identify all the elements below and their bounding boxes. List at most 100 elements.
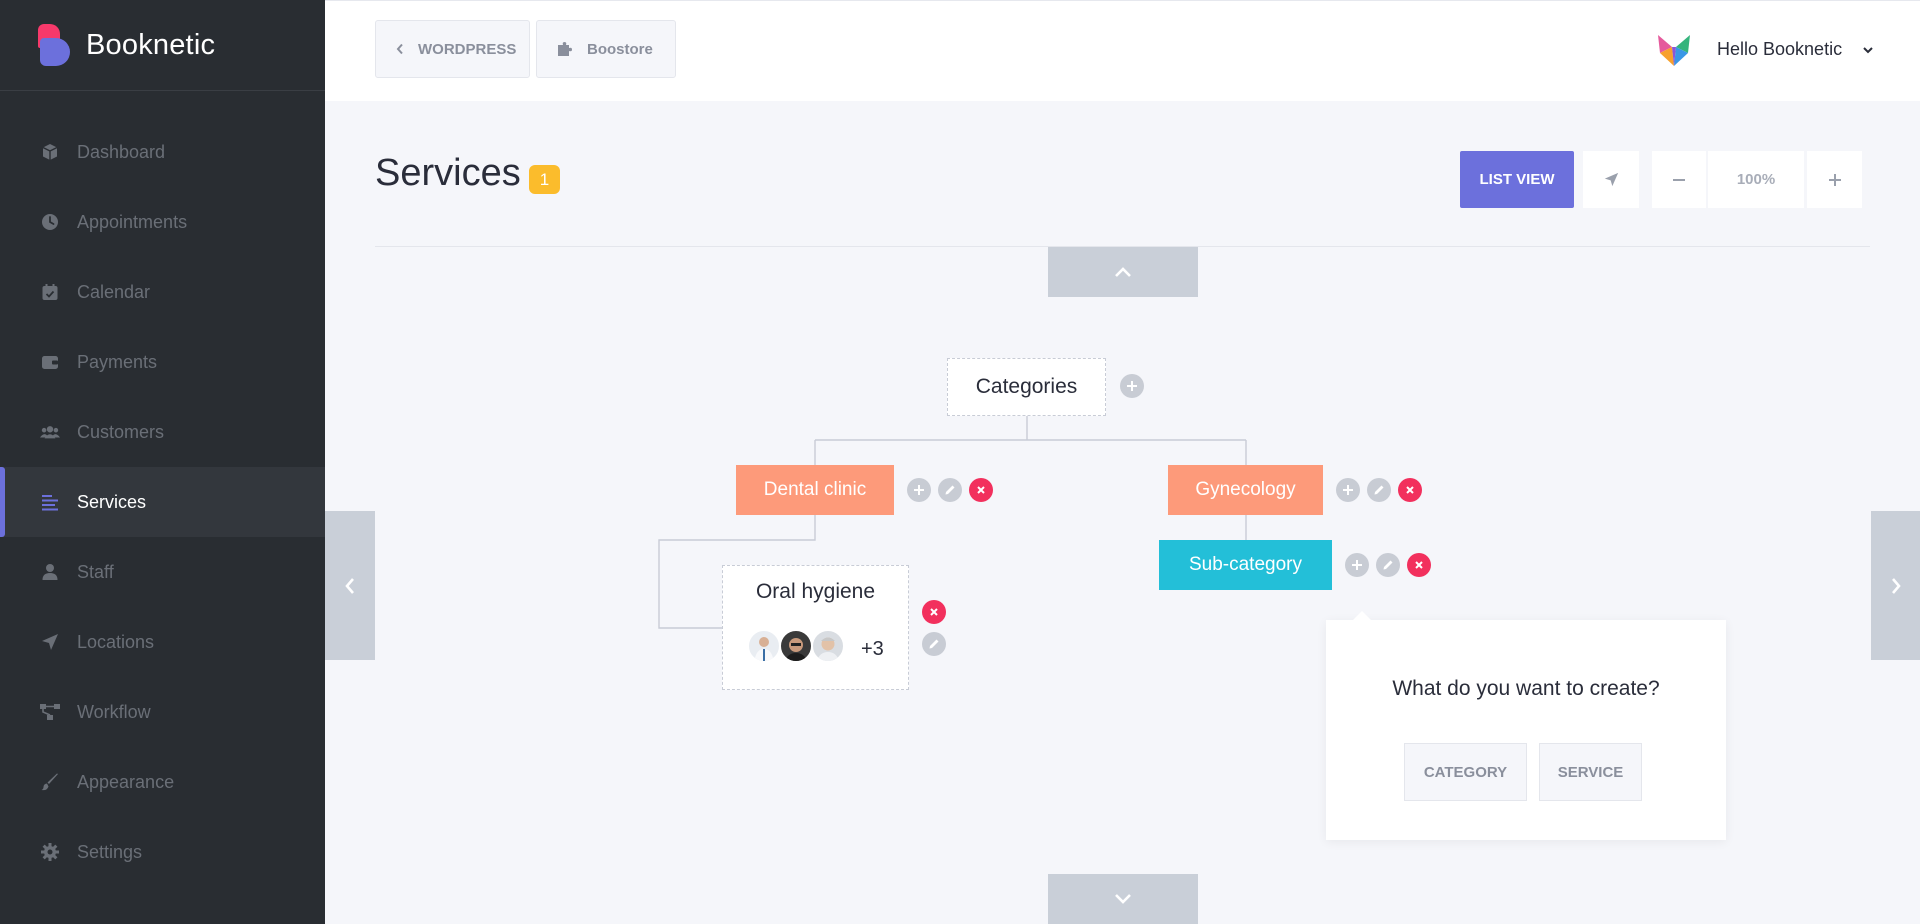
sidebar-item-appointments[interactable]: Appointments: [0, 187, 325, 257]
sidebar-item-label: Staff: [77, 561, 114, 582]
plus-icon: [1352, 560, 1362, 570]
calendar-icon: [40, 282, 60, 302]
minus-icon: [1672, 173, 1686, 187]
top-bar: WORDPRESS Boostore Hello Booknetic: [325, 0, 1920, 101]
pan-left-button[interactable]: [325, 511, 375, 660]
crumb-label: WORDPRESS: [418, 40, 517, 58]
close-icon: [1406, 486, 1414, 494]
location-arrow-icon: [1604, 172, 1619, 187]
extra-staff-count: +3: [861, 638, 884, 660]
pencil-icon: [945, 485, 955, 495]
sidebar-item-label: Workflow: [77, 701, 151, 722]
close-icon: [977, 486, 985, 494]
brand-name: Booknetic: [86, 28, 216, 61]
sidebar-item-customers[interactable]: Customers: [0, 397, 325, 467]
node-label: Gynecology: [1195, 479, 1296, 500]
list-view-button[interactable]: LIST VIEW: [1460, 151, 1574, 208]
sidebar-item-settings[interactable]: Settings: [0, 817, 325, 887]
plus-icon: [1127, 381, 1137, 391]
pencil-icon: [1383, 560, 1393, 570]
boostore-button[interactable]: Boostore: [536, 20, 676, 78]
delete-service-button[interactable]: [922, 600, 946, 624]
zoom-in-button[interactable]: [1807, 151, 1862, 208]
node-label: Sub-category: [1188, 554, 1302, 575]
staff-avatar: [779, 629, 813, 663]
delete-button[interactable]: [1398, 478, 1422, 502]
zoom-level-value: 100%: [1736, 171, 1776, 188]
edit-button[interactable]: [1367, 478, 1391, 502]
sidebar-item-dashboard[interactable]: Dashboard: [0, 117, 325, 187]
chevron-left-icon: [396, 43, 404, 55]
close-icon: [1415, 561, 1423, 569]
sidebar: Booknetic Dashboard Appointments Calenda…: [0, 0, 325, 924]
brand[interactable]: Booknetic: [0, 0, 325, 91]
create-category-button[interactable]: CATEGORY: [1404, 743, 1527, 801]
sidebar-item-workflow[interactable]: Workflow: [0, 677, 325, 747]
chevron-down-icon: [1113, 892, 1133, 906]
sidebar-item-label: Appearance: [77, 771, 175, 792]
pencil-icon: [1374, 485, 1384, 495]
locate-button[interactable]: [1583, 151, 1639, 208]
sidebar-item-appearance[interactable]: Appearance: [0, 747, 325, 817]
chevron-up-icon: [1113, 265, 1133, 279]
add-button[interactable]: [1336, 478, 1360, 502]
workflow-icon: [40, 702, 60, 722]
service-node-oral-hygiene[interactable]: Oral hygiene +3: [722, 565, 909, 690]
add-button[interactable]: [1345, 553, 1369, 577]
staff-avatar: [747, 629, 781, 663]
edit-button[interactable]: [938, 478, 962, 502]
chevron-left-icon: [343, 576, 357, 596]
sidebar-item-label: Appointments: [77, 211, 188, 232]
sidebar-item-label: Services: [77, 491, 147, 512]
clock-icon: [40, 212, 60, 232]
cube-icon: [40, 142, 60, 162]
user-greeting[interactable]: Hello Booknetic: [1717, 39, 1842, 60]
sidebar-item-label: Locations: [77, 631, 155, 652]
sidebar-item-label: Settings: [77, 841, 143, 862]
sidebar-item-locations[interactable]: Locations: [0, 607, 325, 677]
sidebar-item-payments[interactable]: Payments: [0, 327, 325, 397]
user-avatar-logo[interactable]: [1657, 33, 1691, 69]
zoom-out-button[interactable]: [1652, 151, 1706, 208]
sidebar-item-services[interactable]: Services: [0, 467, 325, 537]
delete-button[interactable]: [1407, 553, 1431, 577]
edit-service-button[interactable]: [922, 632, 946, 656]
popup-question: What do you want to create?: [1392, 677, 1660, 700]
count-badge: 1: [529, 165, 560, 194]
sidebar-item-label: Calendar: [77, 281, 151, 302]
brush-icon: [40, 772, 60, 792]
subcategory-node[interactable]: Sub-category: [1159, 540, 1332, 590]
pan-down-button[interactable]: [1048, 874, 1198, 924]
list-icon: [40, 492, 60, 512]
pan-right-button[interactable]: [1871, 511, 1920, 660]
category-node-dental-clinic[interactable]: Dental clinic: [736, 465, 894, 515]
crumb-label: Boostore: [587, 40, 653, 58]
add-button[interactable]: [907, 478, 931, 502]
chevron-right-icon: [1889, 576, 1903, 596]
create-service-button[interactable]: SERVICE: [1539, 743, 1642, 801]
location-arrow-icon: [40, 632, 60, 652]
plus-icon: [1828, 173, 1842, 187]
sidebar-item-calendar[interactable]: Calendar: [0, 257, 325, 327]
edit-button[interactable]: [1376, 553, 1400, 577]
zoom-level: 100%: [1708, 151, 1804, 208]
categories-root-node[interactable]: Categories: [947, 358, 1106, 416]
category-node-gynecology[interactable]: Gynecology: [1168, 465, 1323, 515]
service-label: Oral hygiene: [755, 580, 876, 603]
sidebar-item-label: Payments: [77, 351, 158, 372]
puzzle-icon: [557, 41, 573, 57]
booknetic-logo-icon: [38, 24, 72, 66]
chevron-down-icon[interactable]: [1859, 41, 1877, 59]
wallet-icon: [40, 352, 60, 372]
sidebar-item-label: Customers: [77, 421, 165, 442]
gear-icon: [40, 842, 60, 862]
sidebar-item-label: Dashboard: [77, 141, 166, 162]
pan-up-button[interactable]: [1048, 247, 1198, 297]
close-icon: [930, 608, 938, 616]
page-title: Services: [375, 152, 521, 194]
delete-button[interactable]: [969, 478, 993, 502]
add-category-button[interactable]: [1120, 374, 1144, 398]
create-popup: What do you want to create? CATEGORY SER…: [1326, 611, 1726, 840]
wordpress-back-button[interactable]: WORDPRESS: [375, 20, 530, 78]
sidebar-item-staff[interactable]: Staff: [0, 537, 325, 607]
